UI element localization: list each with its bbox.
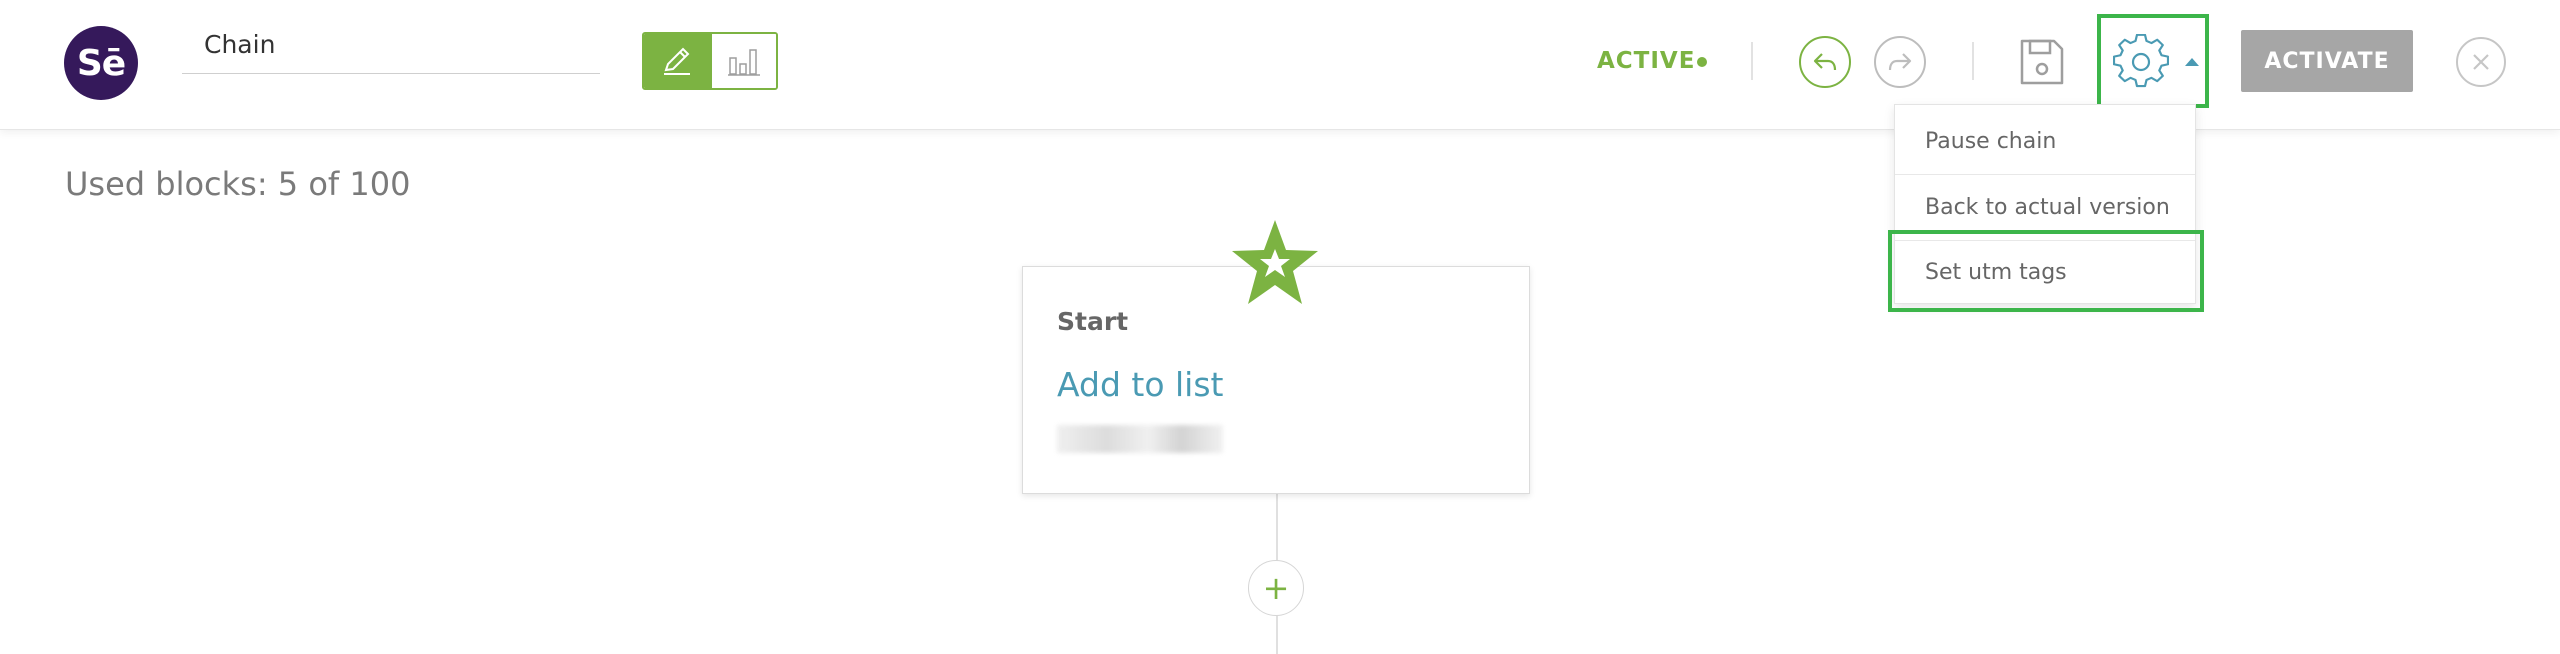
divider <box>1751 42 1753 80</box>
used-blocks-counter: Used blocks: 5 of 100 <box>65 165 411 203</box>
redo-button[interactable] <box>1874 36 1926 88</box>
bar-chart-icon <box>728 49 760 76</box>
star-icon <box>1232 220 1318 304</box>
settings-button[interactable] <box>2097 14 2209 108</box>
card-title: Start <box>1057 307 1129 336</box>
menu-item-pause-chain[interactable]: Pause chain <box>1895 109 2195 175</box>
undo-icon <box>1813 53 1837 71</box>
close-button[interactable] <box>2456 37 2506 87</box>
gear-icon <box>2113 34 2169 88</box>
add-block-button[interactable]: + <box>1248 560 1304 616</box>
stats-mode-button[interactable] <box>710 34 776 88</box>
divider <box>1972 42 1974 80</box>
view-toggle <box>642 32 778 90</box>
card-action-link[interactable]: Add to list <box>1057 365 1223 404</box>
chain-name-field[interactable]: Chain <box>182 22 600 74</box>
edit-mode-button[interactable] <box>644 34 710 88</box>
menu-item-highlight <box>1888 230 2204 312</box>
chain-status: ACTIVE <box>1597 48 1696 74</box>
redacted-list-name <box>1057 425 1223 453</box>
save-icon[interactable] <box>2018 37 2066 87</box>
undo-button[interactable] <box>1799 36 1851 88</box>
activate-button[interactable]: ACTIVATE <box>2241 30 2413 92</box>
status-dot-icon <box>1697 57 1707 67</box>
pencil-icon <box>664 47 690 75</box>
chain-name-value[interactable]: Chain <box>204 30 275 59</box>
logo[interactable]: Sē <box>64 26 138 100</box>
redo-icon <box>1888 53 1912 71</box>
caret-up-icon <box>2185 58 2199 66</box>
close-icon <box>2473 54 2489 70</box>
